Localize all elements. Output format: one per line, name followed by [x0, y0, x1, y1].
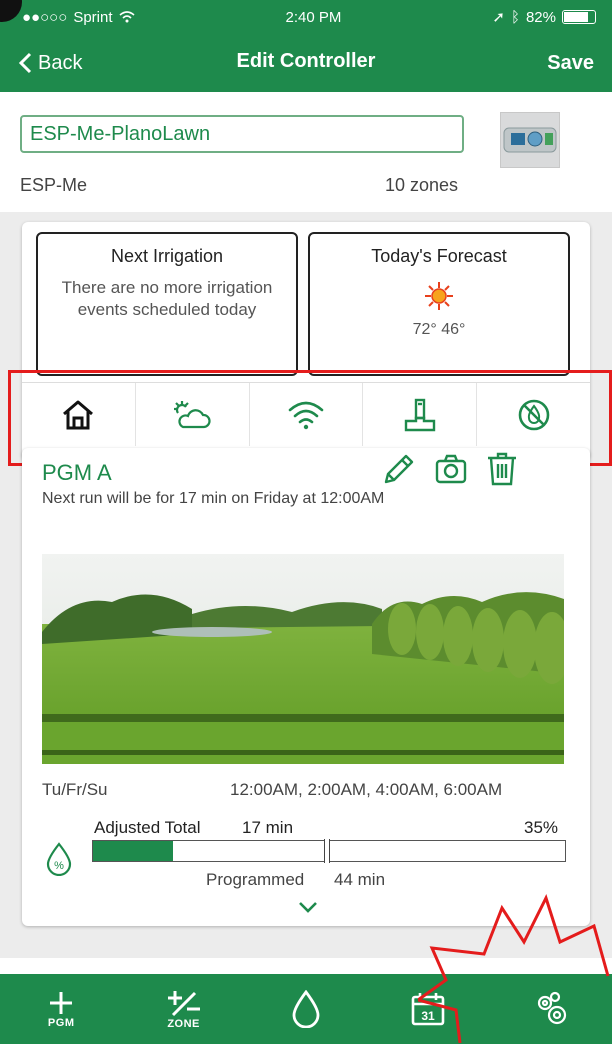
controller-model: ESP-Me: [20, 175, 88, 195]
tab-wifi[interactable]: [250, 383, 364, 446]
calendar-button[interactable]: 31: [367, 974, 489, 1044]
water-button[interactable]: [245, 974, 367, 1044]
save-button[interactable]: Save: [547, 52, 594, 75]
rain-off-icon: [518, 399, 549, 430]
controller-name-field[interactable]: [20, 115, 464, 153]
svg-text:%: %: [54, 860, 64, 872]
tab-rain-delay[interactable]: [477, 383, 590, 446]
status-card: Next Irrigation There are no more irriga…: [22, 222, 590, 460]
chevron-down-icon[interactable]: [297, 900, 319, 914]
battery-percent: 82%: [525, 8, 556, 26]
add-program-button[interactable]: PGM: [0, 974, 122, 1044]
status-right: ➚ ᛒ 82%: [492, 8, 596, 26]
status-left: ●●○○○ Sprint: [22, 9, 135, 26]
back-label: Back: [38, 51, 83, 74]
programmed-value: 44 min: [334, 870, 386, 889]
program-days: Tu/Fr/Su: [42, 780, 108, 799]
adjusted-total-label: Adjusted Total: [94, 818, 201, 837]
forecast-box[interactable]: Today's Forecast 72° 46°: [308, 232, 570, 376]
adjusted-total-value: 17 min: [242, 818, 294, 837]
next-irrigation-title: Next Irrigation: [110, 246, 224, 266]
svg-text:31: 31: [422, 1009, 436, 1023]
sun-icon: [424, 281, 454, 311]
gears-icon: [537, 991, 566, 1025]
zone-adjust-button[interactable]: ZONE: [122, 974, 244, 1044]
signal-dots-icon: ●●○○○: [22, 8, 68, 26]
add-program-label: PGM: [47, 1016, 75, 1029]
nav-row: Back Save: [0, 34, 612, 92]
carrier-label: Sprint: [73, 8, 113, 26]
controller-header: ESP-Me 10 zones: [0, 100, 612, 210]
program-actions: [382, 452, 518, 486]
program-start-times: 12:00AM, 2:00AM, 4:00AM, 6:00AM: [230, 780, 503, 799]
forecast-title: Today's Forecast: [371, 246, 507, 266]
trash-icon[interactable]: [486, 452, 518, 486]
next-irrigation-message: There are no more irrigation events sche…: [61, 278, 273, 319]
zone-count: 10 zones: [385, 175, 459, 195]
home-icon: [63, 400, 94, 429]
program-next-run: Next run will be for 17 min on Friday at…: [42, 490, 385, 507]
program-card: PGM A Next run will be for 17 min on Fri…: [22, 448, 590, 926]
calendar-icon: 31: [412, 993, 445, 1026]
weather-icon: [174, 400, 211, 428]
wifi-status-icon: [118, 11, 135, 23]
program-photo[interactable]: [42, 554, 564, 764]
plus-icon: [50, 991, 73, 1014]
forecast-temps: 72° 46°: [412, 321, 466, 338]
water-percent-icon: %: [46, 842, 72, 876]
chevron-left-icon: [18, 52, 32, 74]
camera-icon[interactable]: [434, 452, 468, 486]
battery-fill: [564, 12, 589, 22]
controller-image[interactable]: [500, 112, 560, 168]
location-icon: ➚: [492, 9, 505, 26]
water-drop-icon: [292, 990, 320, 1028]
bluetooth-icon: ᛒ: [510, 8, 520, 26]
tab-sensor[interactable]: [363, 383, 478, 446]
adjustment-percent: 35%: [524, 818, 559, 837]
bottom-toolbar: PGM ZONE 31: [0, 974, 612, 1044]
status-bar: ●●○○○ Sprint 2:40 PM ➚ ᛒ 82%: [0, 0, 612, 34]
zone-adjust-label: ZONE: [167, 1017, 200, 1030]
programmed-label: Programmed: [206, 870, 305, 889]
top-bar: ●●○○○ Sprint 2:40 PM ➚ ᛒ 82% Back Save E…: [0, 0, 612, 92]
tab-home[interactable]: [22, 383, 136, 446]
status-time: 2:40 PM: [285, 8, 342, 26]
program-name: PGM A: [42, 460, 112, 485]
back-button[interactable]: Back: [18, 52, 82, 75]
tab-weather[interactable]: [136, 383, 250, 446]
runtime-bar: [92, 839, 566, 863]
plus-minus-icon: [167, 990, 200, 1016]
settings-button[interactable]: [490, 974, 612, 1044]
battery-icon: [562, 10, 596, 24]
wifi-icon: [288, 401, 324, 429]
controller-device-icon: [503, 127, 557, 153]
controller-tab-bar: [22, 382, 590, 446]
edit-pencil-icon[interactable]: [382, 452, 416, 486]
sensor-icon: [404, 398, 435, 431]
programmed-runtime-marker: [324, 839, 330, 863]
next-irrigation-box[interactable]: Next Irrigation There are no more irriga…: [36, 232, 298, 376]
adjusted-runtime-fill: [93, 841, 173, 861]
